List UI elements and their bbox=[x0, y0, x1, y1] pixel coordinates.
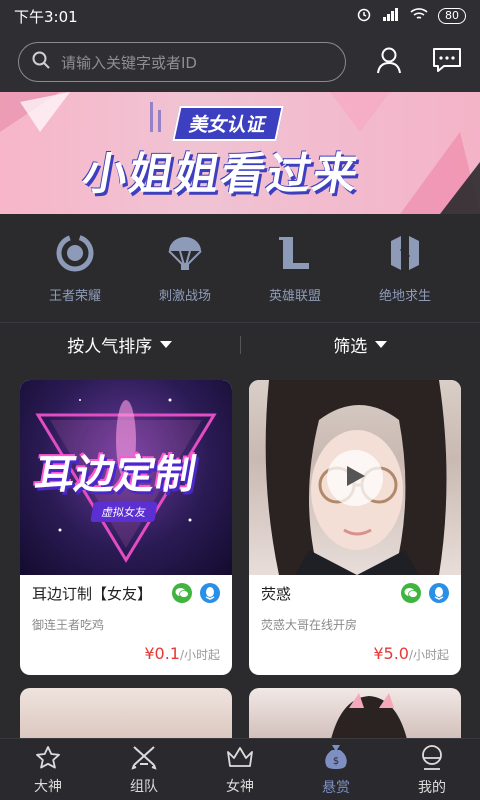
tab-label: 悬赏 bbox=[322, 779, 350, 796]
card-description: 荧惑大哥在线开房 bbox=[261, 618, 358, 632]
card-image-subtitle: 虚拟女友 bbox=[90, 502, 158, 522]
status-time: 下午3:01 bbox=[14, 7, 78, 26]
user-icon[interactable] bbox=[376, 46, 402, 78]
category-label: 绝地求生 bbox=[378, 288, 431, 304]
category-label: 刺激战场 bbox=[158, 288, 211, 304]
crown-icon bbox=[225, 744, 255, 774]
search-header: 请输入关键字或者ID bbox=[0, 32, 480, 92]
parachute-icon bbox=[165, 233, 205, 277]
status-bar: 下午3:01 80 bbox=[0, 0, 480, 32]
category-pubg[interactable]: 绝地求生 bbox=[355, 233, 455, 304]
search-placeholder: 请输入关键字或者ID bbox=[61, 53, 197, 72]
card-price: ¥0.1 bbox=[144, 644, 180, 663]
wechat-icon bbox=[172, 583, 192, 603]
star-icon bbox=[34, 744, 62, 774]
search-icon bbox=[31, 50, 51, 74]
tab-goddess[interactable]: 女神 bbox=[192, 739, 288, 800]
promo-banner[interactable]: 美女认证 小姐姐看过来 bbox=[0, 92, 480, 214]
caret-down-icon bbox=[160, 341, 173, 348]
honor-of-kings-icon bbox=[55, 233, 95, 277]
qq-icon bbox=[429, 583, 449, 603]
card-price-box: ¥5.0/小时起 bbox=[373, 644, 449, 663]
card-info: 荧惑 荧惑大哥在线开房 ¥5.0/小时起 bbox=[249, 575, 461, 675]
card-price-unit: /小时起 bbox=[408, 648, 449, 662]
card-image bbox=[249, 380, 461, 575]
card-description: 御连王者吃鸡 bbox=[32, 618, 105, 632]
wifi-icon bbox=[410, 7, 428, 25]
qq-icon bbox=[200, 583, 220, 603]
tab-masters[interactable]: 大神 bbox=[0, 739, 96, 800]
tab-bounty[interactable]: $ 悬赏 bbox=[288, 739, 384, 800]
tab-label: 大神 bbox=[34, 778, 62, 795]
tab-label: 组队 bbox=[130, 778, 158, 795]
filter-button[interactable]: 筛选 bbox=[241, 332, 480, 357]
alarm-icon bbox=[356, 6, 372, 26]
pubg-icon bbox=[385, 233, 425, 277]
wechat-icon bbox=[401, 583, 421, 603]
search-input[interactable]: 请输入关键字或者ID bbox=[18, 42, 346, 82]
category-label: 英雄联盟 bbox=[268, 288, 321, 304]
card-price: ¥5.0 bbox=[373, 644, 409, 663]
filter-label: 筛选 bbox=[333, 337, 368, 357]
caret-down-icon bbox=[375, 341, 388, 348]
play-button[interactable] bbox=[327, 450, 383, 506]
signal-icon bbox=[382, 7, 400, 25]
card-price-box: ¥0.1/小时起 bbox=[144, 644, 220, 663]
svg-text:$: $ bbox=[333, 756, 339, 767]
league-of-legends-icon bbox=[275, 233, 315, 277]
sort-bar: 按人气排序 筛选 bbox=[0, 322, 480, 366]
player-card[interactable]: 耳边定制 虚拟女友 耳边订制【女友】 御连王者吃鸡 ¥0.1/小时起 bbox=[20, 380, 232, 675]
player-card[interactable]: 荧惑 荧惑大哥在线开房 ¥5.0/小时起 bbox=[249, 380, 461, 675]
money-bag-icon: $ bbox=[323, 743, 349, 775]
category-label: 王者荣耀 bbox=[48, 288, 101, 304]
sort-by-popularity[interactable]: 按人气排序 bbox=[0, 332, 240, 357]
category-league-of-legends[interactable]: 英雄联盟 bbox=[245, 233, 345, 304]
bottom-tab-bar: 大神 组队 女神 $ 悬赏 我的 bbox=[0, 738, 480, 800]
category-peace-elite[interactable]: 刺激战场 bbox=[135, 233, 235, 304]
sort-label: 按人气排序 bbox=[67, 337, 153, 357]
crossed-swords-icon bbox=[130, 744, 158, 774]
card-price-unit: /小时起 bbox=[179, 648, 220, 662]
battery-indicator: 80 bbox=[438, 8, 466, 24]
banner-headline: 小姐姐看过来 bbox=[78, 149, 364, 200]
message-icon[interactable] bbox=[432, 47, 462, 77]
tab-team[interactable]: 组队 bbox=[96, 739, 192, 800]
tab-profile[interactable]: 我的 bbox=[384, 739, 480, 800]
card-info: 耳边订制【女友】 御连王者吃鸡 ¥0.1/小时起 bbox=[20, 575, 232, 675]
banner-tag: 美女认证 bbox=[172, 106, 284, 141]
profile-icon bbox=[418, 743, 446, 775]
game-categories: 王者荣耀 刺激战场 英雄联盟 绝地求生 bbox=[0, 214, 480, 322]
play-icon bbox=[344, 464, 366, 492]
category-honor-of-kings[interactable]: 王者荣耀 bbox=[25, 233, 125, 304]
card-image-title: 耳边定制 bbox=[31, 452, 200, 498]
tab-label: 女神 bbox=[226, 778, 254, 795]
tab-label: 我的 bbox=[418, 779, 446, 796]
card-image: 耳边定制 虚拟女友 bbox=[20, 380, 232, 575]
